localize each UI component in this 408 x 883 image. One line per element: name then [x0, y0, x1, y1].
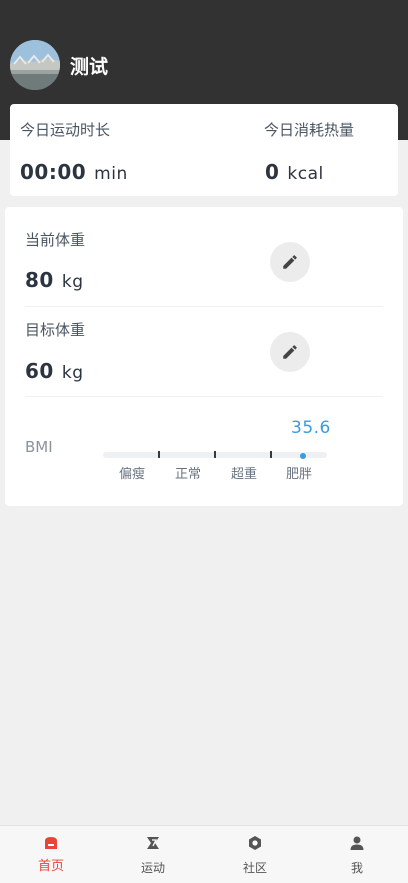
today-summary-card: 今日运动时长 00:00 min 今日消耗热量 0 kcal: [10, 104, 398, 196]
target-weight-label: 目标体重: [25, 321, 86, 339]
bmi-category-overweight: 超重: [230, 467, 257, 482]
divider: [25, 306, 383, 307]
tab-home-label: 首页: [37, 859, 64, 874]
bmi-category-underweight: 偏瘦: [118, 467, 145, 482]
target-weight-value: 60 kg: [25, 359, 83, 383]
bmi-category-normal: 正常: [174, 467, 201, 482]
current-weight-number: 80: [25, 268, 54, 292]
bmi-scale-tick: [270, 451, 272, 458]
person-icon: [350, 836, 364, 850]
bmi-scale-tick: [214, 451, 216, 458]
bmi-value: 35.6: [291, 418, 331, 438]
target-weight-number: 60: [25, 359, 54, 383]
edit-target-weight-button[interactable]: [270, 332, 310, 372]
bottom-tab-bar: 首页 运动 社区 我: [0, 825, 408, 883]
calories-value: 0 kcal: [265, 160, 324, 184]
tab-sport-label: 运动: [140, 861, 165, 875]
pencil-icon: [283, 345, 297, 359]
target-weight-unit: kg: [61, 363, 84, 383]
current-weight-label: 当前体重: [25, 231, 86, 249]
duration-unit: min: [94, 164, 128, 184]
calories-label: 今日消耗热量: [264, 121, 355, 139]
calories-unit: kcal: [287, 164, 324, 184]
sport-icon: [147, 837, 159, 849]
tab-community-label: 社区: [242, 861, 267, 875]
duration-number: 00:00: [20, 160, 87, 184]
bmi-scale-tick: [158, 451, 160, 458]
username: 测试: [70, 56, 109, 78]
edit-current-weight-button[interactable]: [270, 242, 310, 282]
pencil-icon: [283, 255, 297, 269]
tab-home[interactable]: 首页: [0, 826, 102, 883]
home-icon: [45, 837, 57, 849]
avatar[interactable]: [10, 40, 60, 90]
current-weight-unit: kg: [61, 272, 84, 292]
tab-community[interactable]: 社区: [204, 826, 306, 883]
calories-number: 0: [265, 160, 280, 184]
duration-label: 今日运动时长: [20, 121, 111, 139]
duration-value: 00:00 min: [20, 160, 128, 184]
weight-card: 当前体重 80 kg 目标体重 60 kg BMI 35.6 偏瘦 正常 超重 肥胖: [5, 207, 403, 506]
bmi-category-obese: 肥胖: [285, 467, 312, 482]
bmi-indicator-dot: [300, 453, 306, 459]
divider: [25, 396, 383, 397]
tab-me-label: 我: [350, 861, 363, 875]
community-icon: [249, 836, 261, 850]
tab-sport[interactable]: 运动: [102, 826, 204, 883]
tab-me[interactable]: 我: [306, 826, 408, 883]
current-weight-value: 80 kg: [25, 268, 83, 292]
avatar-photo: [10, 40, 60, 90]
bmi-label: BMI: [25, 438, 53, 456]
